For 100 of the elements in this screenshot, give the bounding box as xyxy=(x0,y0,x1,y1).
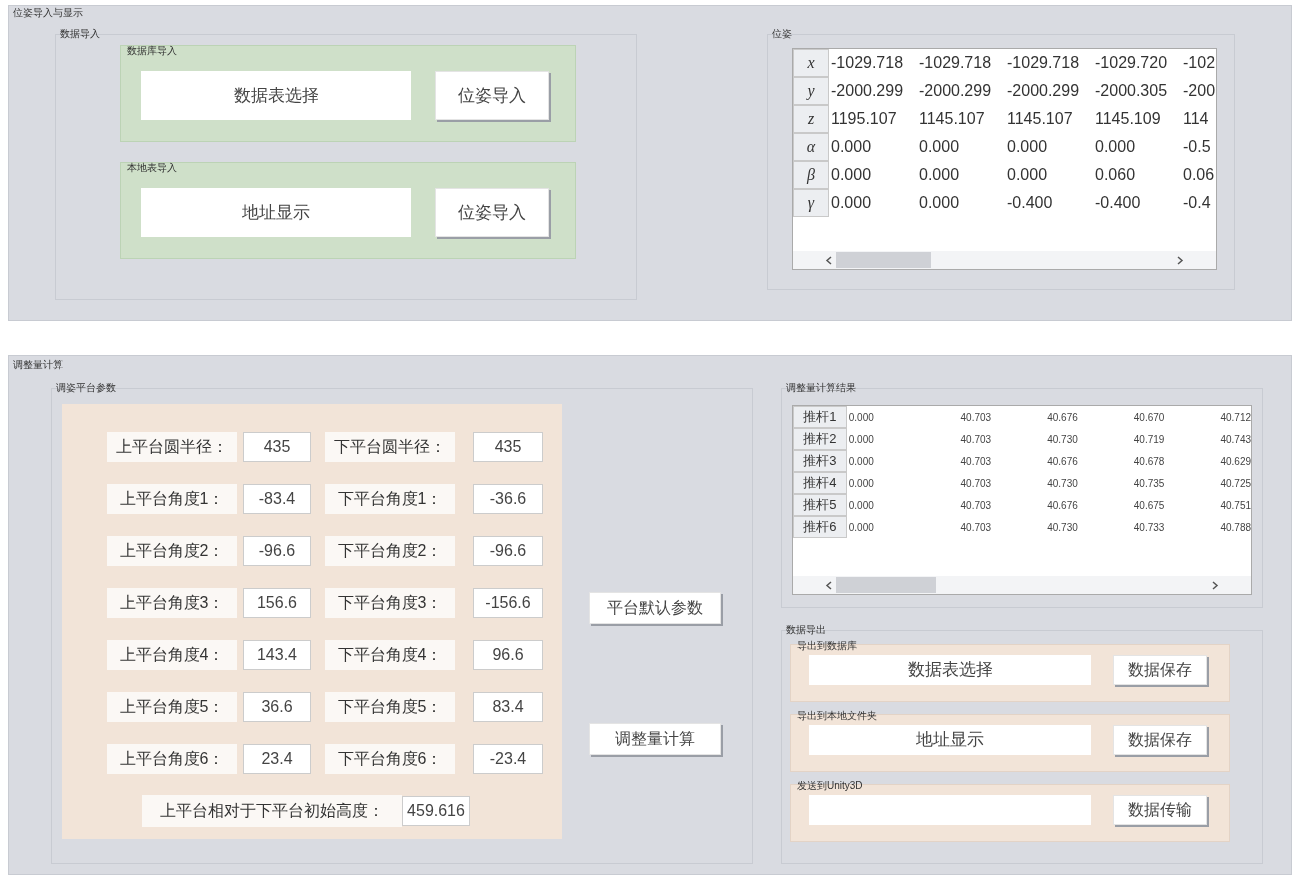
row-header: z xyxy=(793,105,829,133)
table-cell-text: 40.703 xyxy=(959,432,992,447)
table-cell-text: -200 xyxy=(1182,81,1216,101)
table-cell-text: 0.000 xyxy=(830,193,873,213)
table-cell-text: 0.000 xyxy=(1006,137,1049,157)
param-label: 上平台角度5： xyxy=(107,692,237,722)
text-field[interactable]: 23.4 xyxy=(243,744,311,774)
param-label: 下平台角度6： xyxy=(325,744,455,774)
text-field[interactable]: -23.4 xyxy=(473,744,543,774)
group-title: 数据导入 xyxy=(60,28,100,40)
table-cell-text: 0.000 xyxy=(847,520,875,535)
table-cell-text: 40.629 xyxy=(1219,454,1251,469)
group-title: 调姿平台参数 xyxy=(56,382,116,394)
table-cell-text: 1145.109 xyxy=(1094,109,1162,129)
param-label: 下平台角度3： xyxy=(325,588,455,618)
table-cell-text: 0.000 xyxy=(918,193,961,213)
action-button[interactable]: 位姿导入 xyxy=(435,188,549,237)
param-label: 上平台角度4： xyxy=(107,640,237,670)
text-field[interactable]: 143.4 xyxy=(243,640,311,670)
table-cell-text: 40.678 xyxy=(1132,454,1165,469)
param-label: 下平台角度2： xyxy=(325,536,455,566)
table-cell-text: 40.733 xyxy=(1132,520,1165,535)
param-label: 上平台圆半径： xyxy=(107,432,237,462)
scrollbar-thumb[interactable] xyxy=(836,252,931,268)
table-cell-text: 0.000 xyxy=(847,410,875,425)
table-cell-text: 0.06 xyxy=(1182,165,1216,185)
action-button[interactable]: 数据保存 xyxy=(1113,655,1207,685)
text-field[interactable]: 96.6 xyxy=(473,640,543,670)
row-header: x xyxy=(793,49,829,77)
scrollbar-thumb[interactable] xyxy=(836,577,936,593)
horizontal-scrollbar[interactable] xyxy=(793,576,1251,594)
table-cell-text: 0.000 xyxy=(1006,165,1049,185)
table-cell-text: 40.703 xyxy=(959,410,992,425)
action-button[interactable]: 数据保存 xyxy=(1113,725,1207,755)
param-label: 上平台角度3： xyxy=(107,588,237,618)
table-cell-text: 0.000 xyxy=(847,476,875,491)
panel-title: 调整量计算 xyxy=(13,358,64,372)
table-cell-text: 40.676 xyxy=(1046,498,1078,513)
action-button[interactable]: 调整量计算 xyxy=(589,723,721,755)
row-header: β xyxy=(793,161,829,189)
table-cell-text: 40.676 xyxy=(1046,410,1078,425)
text-field[interactable]: 459.616 xyxy=(402,796,470,826)
text-field[interactable] xyxy=(809,795,1091,825)
text-field[interactable]: -83.4 xyxy=(243,484,311,514)
scroll-left-icon[interactable] xyxy=(825,580,832,590)
action-button[interactable]: 平台默认参数 xyxy=(589,592,721,624)
scroll-right-icon[interactable] xyxy=(1212,580,1219,590)
text-field[interactable]: 435 xyxy=(473,432,543,462)
text-field[interactable]: 地址显示 xyxy=(141,188,411,237)
table-cell-text: 40.670 xyxy=(1132,410,1165,425)
table-cell-text: 40.788 xyxy=(1219,520,1251,535)
row-header: γ xyxy=(793,189,829,217)
table-cell-text: -2000.305 xyxy=(1094,81,1169,101)
scroll-left-icon[interactable] xyxy=(825,255,832,265)
table-cell-text: 40.725 xyxy=(1219,476,1251,491)
text-field[interactable]: 数据表选择 xyxy=(141,71,411,120)
table-cell-text: 40.730 xyxy=(1046,520,1078,535)
text-field[interactable]: 数据表选择 xyxy=(809,655,1091,685)
text-field[interactable]: -96.6 xyxy=(473,536,543,566)
horizontal-scrollbar[interactable] xyxy=(793,251,1216,269)
action-button[interactable]: 位姿导入 xyxy=(435,71,549,120)
table-cell-text: 40.719 xyxy=(1132,432,1165,447)
table-cell-text: -0.400 xyxy=(1006,193,1054,213)
group-title: 数据库导入 xyxy=(127,45,178,57)
table-cell-text: -102 xyxy=(1182,53,1216,73)
table-cell-text: 1145.107 xyxy=(1006,109,1074,129)
row-header: y xyxy=(793,77,829,105)
table-cell-text: -1029.718 xyxy=(1006,53,1081,73)
param-label: 上平台角度6： xyxy=(107,744,237,774)
text-field[interactable]: 83.4 xyxy=(473,692,543,722)
table-cell-text: -2000.299 xyxy=(830,81,905,101)
table-cell-text: 40.703 xyxy=(959,520,992,535)
table-cell-text: 40.730 xyxy=(1046,476,1078,491)
table-cell-text: 0.060 xyxy=(1094,165,1137,185)
table-cell-text: 40.676 xyxy=(1046,454,1078,469)
group-title: 本地表导入 xyxy=(127,162,178,174)
table-cell-text: -0.400 xyxy=(1094,193,1142,213)
group-title: 数据导出 xyxy=(786,624,826,636)
table-cell-text: -1029.718 xyxy=(918,53,993,73)
table-cell-text: 40.751 xyxy=(1219,498,1251,513)
text-field[interactable]: 435 xyxy=(243,432,311,462)
group-title: 发送到Unity3D xyxy=(797,780,863,792)
text-field[interactable]: 地址显示 xyxy=(809,725,1091,755)
text-field[interactable]: -156.6 xyxy=(473,588,543,618)
table-cell-text: -1029.720 xyxy=(1094,53,1169,73)
param-label: 下平台角度1： xyxy=(325,484,455,514)
text-field[interactable]: 36.6 xyxy=(243,692,311,722)
table-cell-text: -2000.299 xyxy=(1006,81,1081,101)
table-cell-text: 40.703 xyxy=(959,498,992,513)
param-label: 上平台角度1： xyxy=(107,484,237,514)
text-field[interactable]: 156.6 xyxy=(243,588,311,618)
table-cell-text: 40.743 xyxy=(1219,432,1251,447)
scroll-right-icon[interactable] xyxy=(1177,255,1184,265)
table-cell-text: 0.000 xyxy=(847,454,875,469)
row-header: α xyxy=(793,133,829,161)
text-field[interactable]: -36.6 xyxy=(473,484,543,514)
text-field[interactable]: -96.6 xyxy=(243,536,311,566)
param-label: 下平台角度5： xyxy=(325,692,455,722)
action-button[interactable]: 数据传输 xyxy=(1113,795,1207,825)
table-cell-text: 40.675 xyxy=(1132,498,1165,513)
